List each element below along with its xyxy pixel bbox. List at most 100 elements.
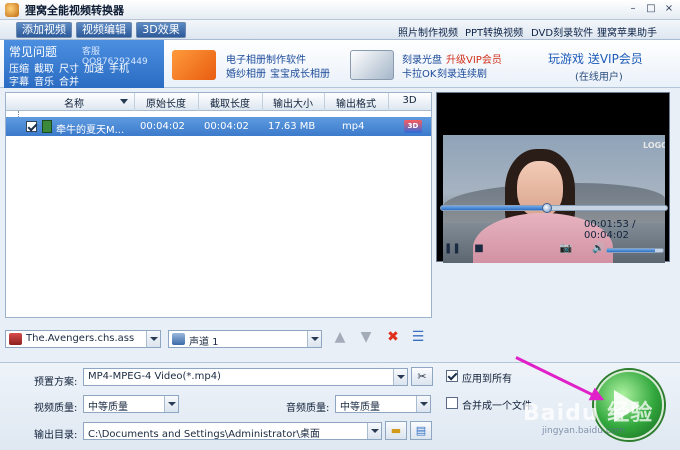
chevron-down-icon[interactable]: [307, 331, 321, 347]
preset-label: 预置方案:: [34, 377, 78, 388]
table-row[interactable]: 牵牛的夏天M... 00:04:02 00:04:02 17.63 MB mp4…: [6, 117, 431, 136]
add-video-button[interactable]: 添加视频: [16, 22, 72, 38]
seek-progress: [441, 206, 548, 210]
video-file-icon: [42, 120, 52, 133]
stop-icon[interactable]: ■: [472, 243, 486, 257]
window-title: 狸窝全能视频转换器: [25, 3, 124, 17]
ppt-promo-icon[interactable]: [172, 50, 216, 80]
promo-album-title[interactable]: 电子相册制作软件: [226, 51, 306, 66]
video-quality-select[interactable]: 中等质量: [83, 395, 179, 413]
row-orig-length: 00:04:02: [140, 121, 185, 132]
subtitle-icon: [9, 333, 22, 345]
col-output-format[interactable]: 输出格式: [324, 95, 388, 110]
col-output-size[interactable]: 输出大小: [262, 95, 324, 110]
faq-title[interactable]: 常见问题: [9, 43, 57, 60]
sort-arrow-icon[interactable]: [120, 99, 128, 104]
row-checkbox[interactable]: [26, 121, 37, 132]
promo-burn[interactable]: 刻录光盘: [402, 51, 442, 66]
film-promo-icon[interactable]: [350, 50, 394, 80]
baidu-watermark: Baidu 经验: [523, 401, 654, 426]
chevron-down-icon[interactable]: [146, 331, 160, 347]
output-dir-input[interactable]: C:\Documents and Settings\Administrator\…: [83, 422, 382, 440]
file-list: 名称 原始长度 截取长度 输出大小 输出格式 3D 牵牛的夏天M... 00:0…: [5, 92, 432, 318]
edit-video-button[interactable]: 视频编辑: [76, 22, 132, 38]
promo-vip[interactable]: 升级VIP会员: [446, 51, 502, 66]
col-name[interactable]: 名称: [26, 95, 122, 110]
video-quality-value: 中等质量: [88, 402, 128, 413]
table-header: 名称 原始长度 截取长度 输出大小 输出格式 3D: [6, 93, 431, 111]
title-bar: 狸窝全能视频转换器 – □ ×: [0, 0, 680, 20]
track-bar: The.Avengers.chs.ass 声道 1 ▲ ▼ ✖ ☰: [5, 326, 432, 350]
baidu-watermark-url: jingyan.baidu.com: [542, 426, 626, 436]
close-button[interactable]: ×: [662, 3, 676, 16]
audio-icon: [172, 333, 185, 345]
seek-bar[interactable]: [440, 203, 668, 213]
row-cut-length: 00:04:02: [204, 121, 249, 132]
promo-banner: 常见问题 客服QQ876292449 压缩 截取 尺寸 加速 手机 字幕 音乐 …: [0, 40, 680, 88]
chevron-down-icon[interactable]: [393, 369, 407, 385]
app-logo-icon: [5, 2, 19, 17]
chevron-down-icon[interactable]: [164, 396, 178, 412]
row-output-format: mp4: [342, 121, 365, 132]
online-users: (在线用户): [575, 72, 623, 83]
output-dir-label: 输出目录:: [34, 430, 78, 441]
browse-folder-icon[interactable]: ▬: [385, 421, 407, 440]
subtitle-value: The.Avengers.chs.ass: [26, 333, 135, 344]
subtitle-select[interactable]: The.Avengers.chs.ass: [5, 330, 161, 348]
row-output-size: 17.63 MB: [268, 121, 316, 132]
open-folder-icon[interactable]: ▤: [410, 421, 432, 440]
audio-quality-value: 中等质量: [340, 402, 380, 413]
merge-label[interactable]: 合并成一个文件: [462, 397, 532, 412]
move-down-icon[interactable]: ▼: [358, 329, 374, 345]
faq-link-merge[interactable]: 合并: [59, 73, 79, 88]
3d-badge-icon[interactable]: 3D: [404, 120, 422, 133]
volume-slider[interactable]: [606, 248, 664, 253]
pause-icon[interactable]: ❚❚: [444, 243, 461, 257]
main-area: 名称 原始长度 截取长度 输出大小 输出格式 3D 牵牛的夏天M... 00:0…: [0, 88, 680, 362]
clear-list-icon[interactable]: ☰: [410, 329, 426, 345]
maximize-button[interactable]: □: [644, 3, 658, 16]
audio-track-select[interactable]: 声道 1: [168, 330, 322, 348]
delete-icon[interactable]: ✖: [385, 329, 401, 345]
col-cut-length[interactable]: 截取长度: [198, 95, 262, 110]
game-vip-link[interactable]: 玩游戏 送VIP会员: [548, 50, 643, 67]
dvd-burn-link[interactable]: DVD刻录软件: [531, 24, 593, 39]
preset-value: MP4-MPEG-4 Video(*.mp4): [88, 371, 221, 382]
audio-quality-select[interactable]: 中等质量: [335, 395, 431, 413]
col-3d[interactable]: 3D: [388, 95, 431, 106]
preset-select[interactable]: MP4-MPEG-4 Video(*.mp4): [83, 368, 408, 386]
settings-wrench-icon[interactable]: ✂: [411, 367, 433, 386]
faq-link-subtitle[interactable]: 字幕: [9, 73, 29, 88]
col-orig-length[interactable]: 原始长度: [134, 95, 198, 110]
apple-helper-link[interactable]: 狸窝苹果助手: [597, 24, 657, 39]
promo-baby[interactable]: 宝宝成长相册: [270, 65, 330, 80]
toolbar: 添加视频 视频编辑 3D效果 照片制作视频 PPT转换视频 DVD刻录软件 狸窝…: [0, 20, 680, 40]
apply-all-checkbox[interactable]: [446, 370, 458, 382]
chevron-down-icon[interactable]: [367, 423, 381, 439]
audio-track-value: 声道 1: [189, 337, 219, 348]
output-dir-value: C:\Documents and Settings\Administrator\…: [88, 429, 320, 440]
promo-karaoke[interactable]: 卡拉OK: [402, 65, 436, 80]
photo-video-link[interactable]: 照片制作视频: [398, 24, 458, 39]
playback-time: 00:01:53 / 00:04:02: [584, 219, 636, 241]
video-quality-label: 视频质量:: [34, 403, 78, 414]
faq-link-phone[interactable]: 手机: [109, 60, 129, 75]
chevron-down-icon[interactable]: [416, 396, 430, 412]
move-up-icon[interactable]: ▲: [332, 329, 348, 345]
promo-series[interactable]: 刻录连续剧: [437, 65, 487, 80]
ppt-video-link[interactable]: PPT转换视频: [465, 24, 523, 39]
faq-link-music[interactable]: 音乐: [34, 73, 54, 88]
volume-icon[interactable]: 🔊: [592, 243, 604, 257]
row-name: 牵牛的夏天M...: [56, 125, 125, 136]
minimize-button[interactable]: –: [626, 3, 640, 16]
camera-icon[interactable]: 📷: [556, 243, 576, 257]
3d-effect-button[interactable]: 3D效果: [136, 22, 186, 38]
promo-wedding[interactable]: 婚纱相册: [226, 65, 266, 80]
merge-checkbox[interactable]: [446, 397, 458, 409]
faq-link-speed[interactable]: 加速: [84, 60, 104, 75]
faq-panel: 常见问题 客服QQ876292449 压缩 截取 尺寸 加速 手机 字幕 音乐 …: [4, 40, 164, 88]
apply-all-label[interactable]: 应用到所有: [462, 370, 512, 385]
volume-level: [607, 249, 655, 252]
audio-quality-label: 音频质量:: [286, 403, 330, 414]
video-watermark: LOGO: [643, 141, 665, 150]
